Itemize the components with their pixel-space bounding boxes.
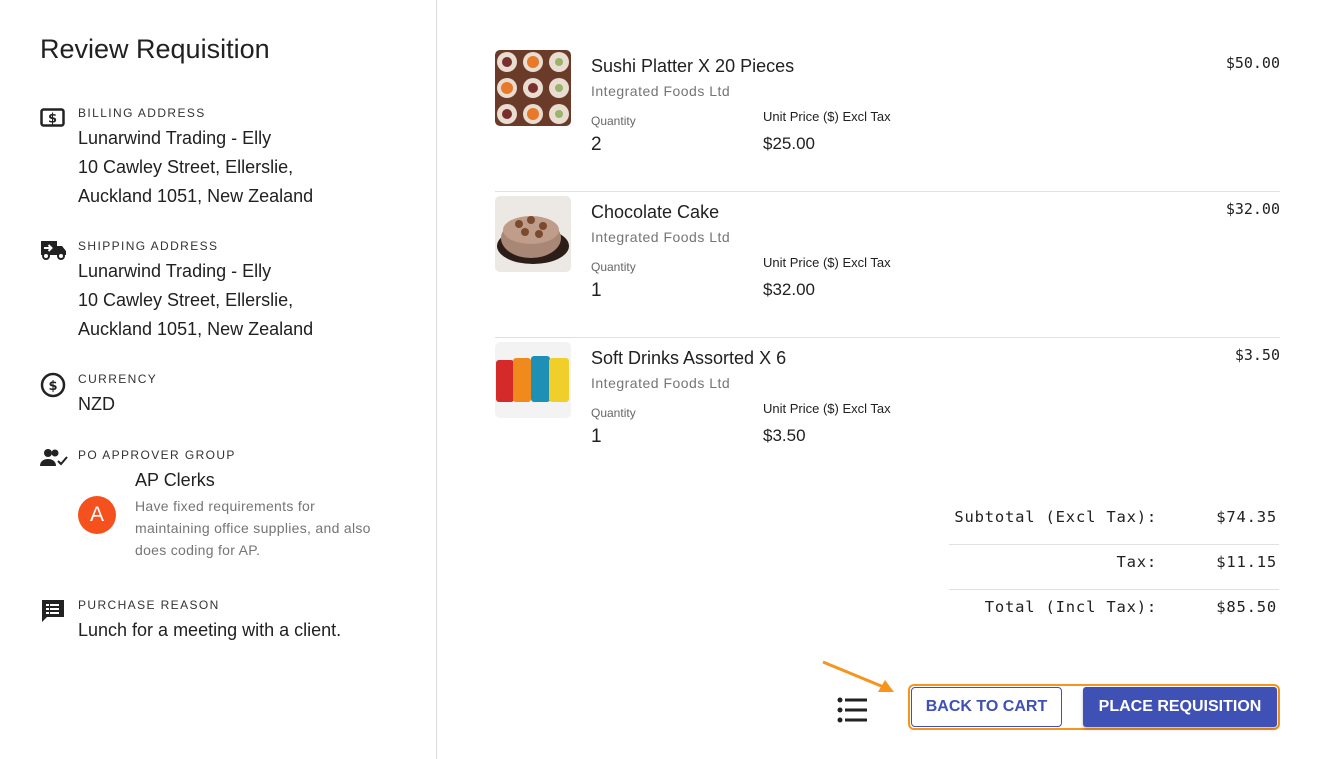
line-total: $32.00 [1225,200,1280,218]
total-row: Total (Incl Tax): $85.50 [949,590,1279,634]
shipping-line-1: Lunarwind Trading - Elly [78,261,272,281]
unit-price-value: $32.00 [763,280,815,299]
item-vendor: Integrated Foods Ltd [591,83,731,99]
chocolate-cake-image [495,196,571,272]
total-value: $85.50 [1216,598,1277,616]
tax-label: Tax: [1116,553,1157,571]
item-vendor: Integrated Foods Ltd [591,375,731,391]
line-total: $3.50 [1234,346,1280,364]
shipping-line-2: 10 Cawley Street, Ellerslie, [78,290,294,310]
item-name: Sushi Platter X 20 Pieces [591,56,795,76]
unit-price-value: $3.50 [763,426,806,445]
shipping-truck-icon [40,239,68,263]
shipping-address-value: Lunarwind Trading - Elly 10 Cawley Stree… [78,257,313,344]
unit-price-label: Unit Price ($) Excl Tax [763,109,891,124]
page-title: Review Requisition [40,34,270,64]
soft-drinks-image [495,342,571,418]
shipping-address-label: SHIPPING ADDRESS [78,239,219,253]
requisition-details-panel: Review Requisition $ BILLING ADDRESS Lun… [0,0,437,759]
quantity-label: Quantity [591,114,636,128]
annotation-arrow-icon [822,660,894,692]
unit-price-value: $25.00 [763,134,815,153]
svg-text:$: $ [48,379,57,394]
item-name: Chocolate Cake [591,202,720,222]
billing-address-label: BILLING ADDRESS [78,106,206,120]
cart-item: Soft Drinks Assorted X 6 Integrated Food… [495,338,1280,484]
subtotal-value: $74.35 [1216,508,1277,526]
approver-group-description: Have fixed requirements for maintaining … [135,498,371,558]
total-label: Total (Incl Tax): [984,598,1157,616]
purchase-reason-label: PURCHASE REASON [78,598,220,612]
list-menu-icon [837,697,869,728]
unit-price-label: Unit Price ($) Excl Tax [763,255,891,270]
approver-group-name: AP Clerks [135,470,215,490]
approver-group-label: PO APPROVER GROUP [78,448,236,462]
cart-item: Sushi Platter X 20 Pieces Integrated Foo… [495,46,1280,192]
billing-line-2: 10 Cawley Street, Ellerslie, [78,157,294,177]
tax-row: Tax: $11.15 [949,545,1279,590]
tax-value: $11.15 [1216,553,1277,571]
shipping-line-3: Auckland 1051, New Zealand [78,319,314,339]
purchase-reason-value: Lunch for a meeting with a client. [78,620,342,640]
unit-price-label: Unit Price ($) Excl Tax [763,401,891,416]
quantity-value: 1 [591,426,602,447]
sushi-platter-image [495,50,571,126]
item-vendor: Integrated Foods Ltd [591,229,731,245]
subtotal-label: Subtotal (Excl Tax): [954,508,1157,526]
quantity-value: 1 [591,280,602,301]
quantity-label: Quantity [591,260,636,274]
quantity-label: Quantity [591,406,636,420]
approver-group-icon [40,448,68,472]
approver-group-section: PO APPROVER GROUP A AP Clerks Have fixed… [40,448,420,578]
billing-dollar-icon: $ [40,106,68,130]
currency-label: CURRENCY [78,372,158,386]
quantity-value: 2 [591,134,602,155]
approver-avatar: A [78,496,116,534]
line-total: $50.00 [1225,54,1280,72]
item-name: Soft Drinks Assorted X 6 [591,348,787,368]
cart-item: Chocolate Cake Integrated Foods Ltd Quan… [495,192,1280,338]
currency-value: NZD [78,394,115,414]
billing-address-value: Lunarwind Trading - Elly 10 Cawley Stree… [78,124,313,211]
svg-text:$: $ [48,112,57,127]
subtotal-row: Subtotal (Excl Tax): $74.35 [949,500,1279,545]
order-totals: Subtotal (Excl Tax): $74.35 Tax: $11.15 … [949,500,1279,634]
place-requisition-button[interactable]: PLACE REQUISITION [1083,687,1277,727]
back-to-cart-button[interactable]: BACK TO CART [911,687,1062,727]
reason-comment-icon [40,598,68,622]
billing-line-1: Lunarwind Trading - Elly [78,128,272,148]
billing-line-3: Auckland 1051, New Zealand [78,186,314,206]
currency-circle-icon: $ [40,372,68,398]
